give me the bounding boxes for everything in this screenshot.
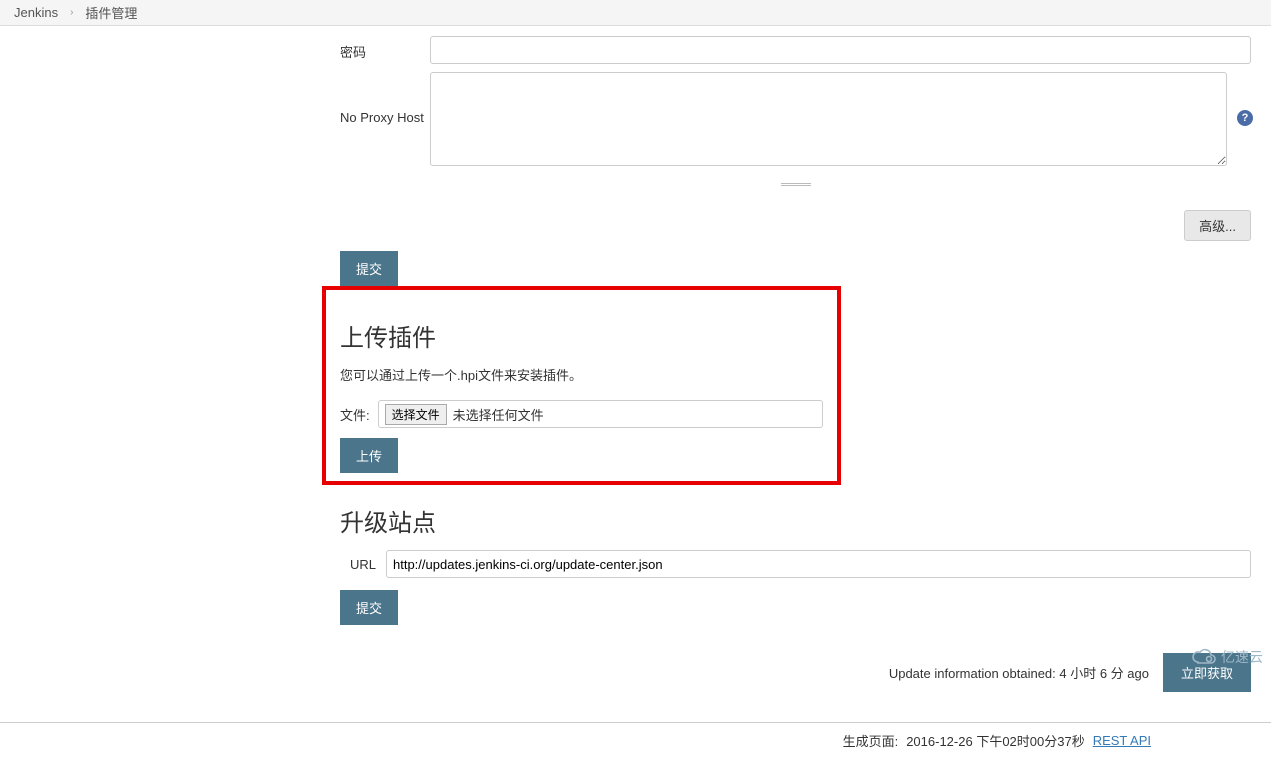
noproxy-textarea[interactable] <box>430 72 1227 166</box>
choose-file-button[interactable]: 选择文件 <box>385 404 447 425</box>
help-icon[interactable]: ? <box>1237 110 1253 126</box>
file-input-box[interactable]: 选择文件 未选择任何文件 <box>378 400 823 428</box>
breadcrumb-current[interactable]: 插件管理 <box>85 3 137 22</box>
site-submit-button[interactable]: 提交 <box>340 590 398 625</box>
password-row: 密码 <box>340 36 1251 64</box>
breadcrumb-separator: › <box>70 7 73 18</box>
drag-handle[interactable] <box>340 175 1251 190</box>
rest-api-link[interactable]: REST API <box>1093 733 1151 748</box>
proxy-submit-button[interactable]: 提交 <box>340 251 398 286</box>
advanced-button[interactable]: 高级... <box>1184 210 1251 241</box>
upload-desc: 您可以通过上传一个.hpi文件来安装插件。 <box>340 365 823 384</box>
footer-gen-time: 2016-12-26 下午02时00分37秒 <box>906 731 1085 750</box>
url-label: URL <box>340 557 374 572</box>
update-site-title: 升级站点 <box>340 503 1251 538</box>
watermark-text: 亿速云 <box>1221 647 1263 667</box>
upload-button[interactable]: 上传 <box>340 438 398 473</box>
noproxy-label: No Proxy Host <box>340 72 430 125</box>
password-label: 密码 <box>340 36 430 61</box>
noproxy-row: No Proxy Host ? <box>340 72 1251 169</box>
url-input[interactable] <box>386 550 1251 578</box>
password-input[interactable] <box>430 36 1251 64</box>
breadcrumb-root[interactable]: Jenkins <box>14 5 58 20</box>
url-row: URL <box>340 550 1251 578</box>
upload-plugin-section: 上传插件 您可以通过上传一个.hpi文件来安装插件。 文件: 选择文件 未选择任… <box>322 286 841 485</box>
upload-title: 上传插件 <box>340 318 823 353</box>
watermark: 亿速云 <box>1191 647 1263 667</box>
footer: 生成页面: 2016-12-26 下午02时00分37秒 REST API <box>0 723 1271 758</box>
file-label: 文件: <box>340 405 370 424</box>
update-bar: Update information obtained: 4 小时 6 分 ag… <box>340 653 1251 692</box>
update-info-text: Update information obtained: 4 小时 6 分 ag… <box>889 663 1149 682</box>
footer-gen-label: 生成页面: <box>843 731 899 750</box>
cloud-icon <box>1191 648 1217 666</box>
file-status: 未选择任何文件 <box>453 405 544 424</box>
main-content: 密码 No Proxy Host ? 高级... 提交 上传插件 您可以通过上传… <box>340 26 1251 692</box>
breadcrumb: Jenkins › 插件管理 <box>0 0 1271 26</box>
